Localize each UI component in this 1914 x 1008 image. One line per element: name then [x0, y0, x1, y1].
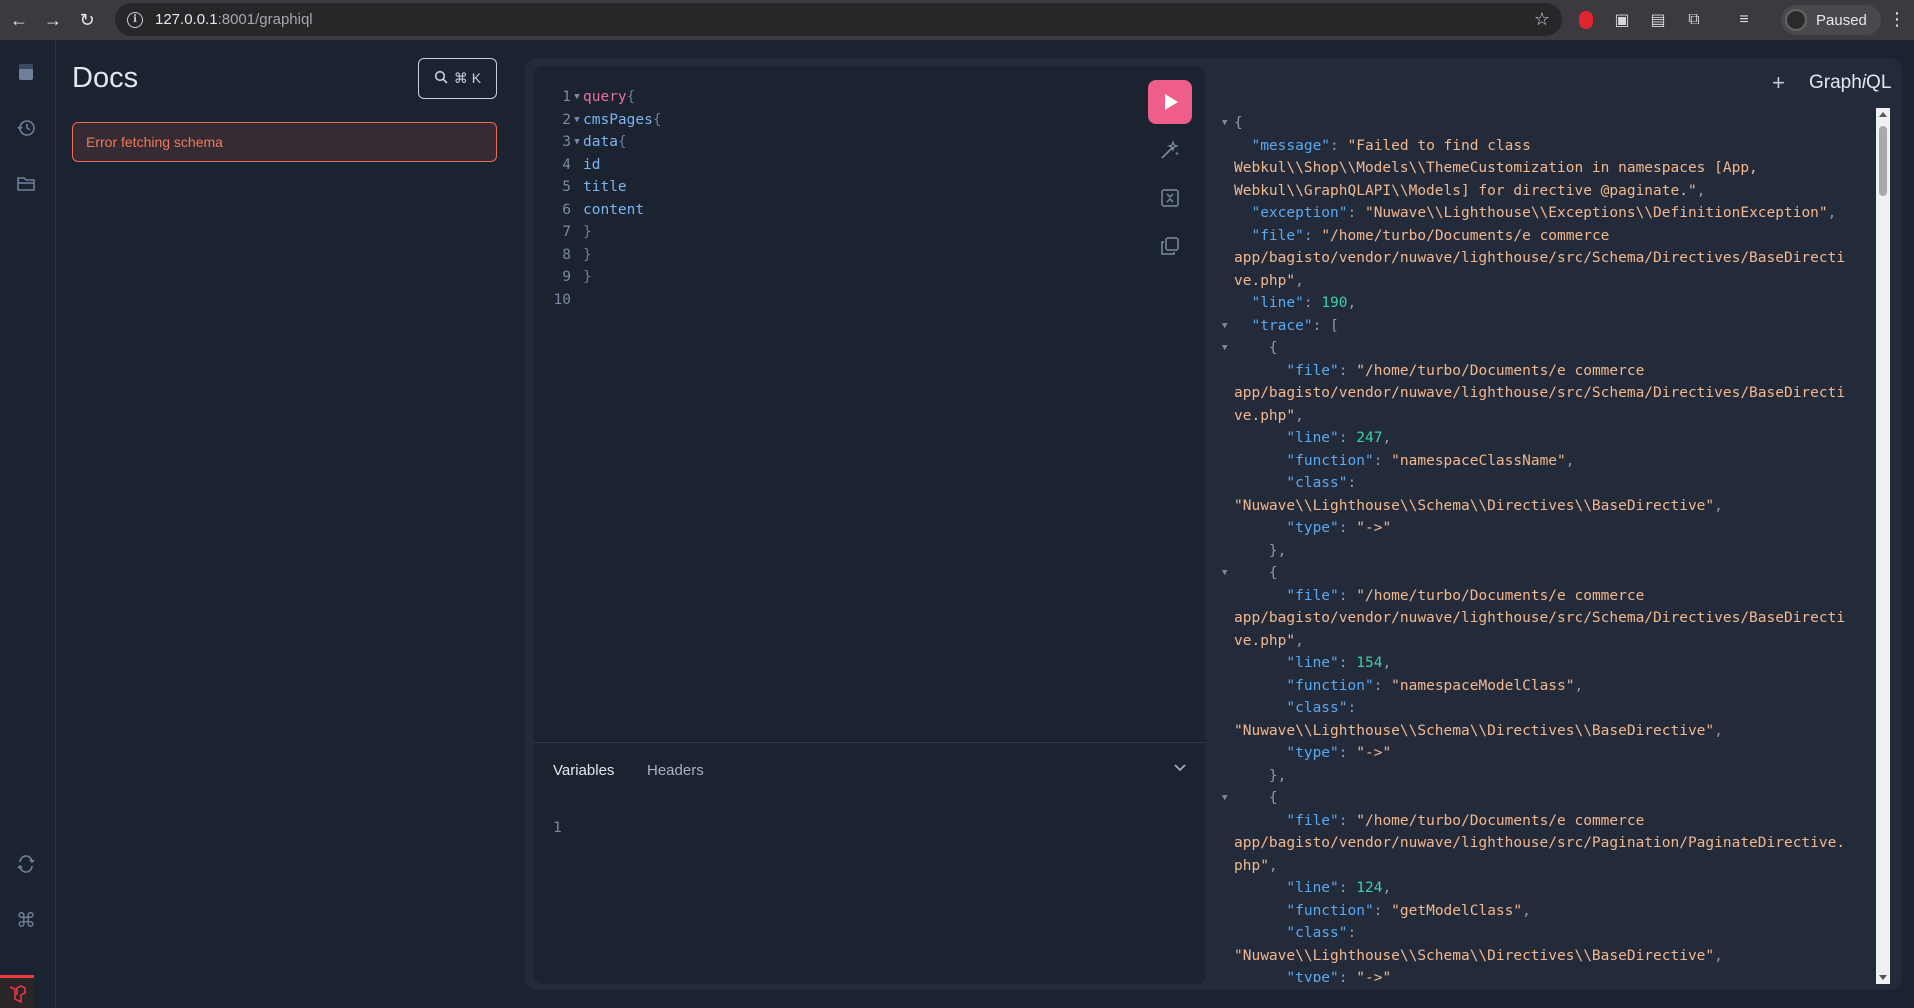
response-line: app/bagisto/vendor/nuwave/lighthouse/src…: [1234, 835, 1846, 851]
reload-icon[interactable]: ↻: [72, 5, 102, 35]
bookmark-star-icon[interactable]: ☆: [1534, 9, 1550, 30]
response-line: },: [1268, 767, 1287, 784]
code-line: 1 ▼ query {: [562, 89, 636, 105]
tab-variables[interactable]: Variables: [553, 762, 614, 779]
response-line: Webkul\\Shop\\Models\\ThemeCustomization…: [1234, 160, 1758, 176]
response-line: "line": 190,: [1251, 295, 1357, 311]
response-line: "function": "getModelClass",: [1286, 902, 1531, 919]
puzzle-icon[interactable]: ⧉: [1680, 6, 1708, 34]
code-line: 4 id: [562, 156, 601, 173]
response-line: },: [1268, 542, 1287, 559]
tab-search-icon[interactable]: ≡: [1730, 6, 1758, 34]
response-line: "function": "namespaceClassName",: [1286, 452, 1575, 469]
add-tab-icon[interactable]: +: [1772, 70, 1785, 96]
laravel-logo-icon: [0, 975, 34, 1008]
docs-search-button[interactable]: ⌘ K: [418, 58, 497, 99]
response-line: "file": "/home/turbo/Documents/e commerc…: [1286, 362, 1645, 379]
profile-button[interactable]: Paused: [1781, 5, 1881, 35]
address-bar[interactable]: i 127.0.0.1:8001/graphiql ☆: [115, 3, 1562, 36]
code-line: 2 ▼ cmsPages {: [562, 111, 662, 128]
response-line: "message": "Failed to find class: [1251, 137, 1531, 154]
response-line: Webkul\\GraphQLAPI\\Models] for directiv…: [1234, 182, 1706, 199]
variables-editor[interactable]: 1: [553, 820, 562, 836]
chevron-down-icon[interactable]: [1173, 760, 1187, 776]
tab-headers[interactable]: Headers: [647, 762, 704, 779]
page-title: Docs: [72, 62, 139, 94]
response-line: "Nuwave\\Lighthouse\\Schema\\Directives\…: [1234, 947, 1723, 964]
query-editor[interactable]: 1 ▼ query { 2 ▼ cmsPages { 3 ▼ data { 4 id 5…: [533, 66, 1206, 984]
code-line: 9}: [562, 269, 592, 285]
response-line: "file": "/home/turbo/Documents/e commerc…: [1286, 587, 1645, 604]
response-viewer[interactable]: ▼{ "message": "Failed to find class Webk…: [1216, 112, 1876, 982]
extension-icon[interactable]: ▣: [1608, 6, 1636, 34]
scroll-down-icon[interactable]: [1879, 975, 1887, 980]
merge-fragments-icon[interactable]: [1158, 186, 1182, 210]
folder-icon[interactable]: [14, 172, 38, 196]
response-line: ▼ "trace": [: [1222, 317, 1339, 334]
play-icon: [1165, 94, 1178, 110]
graphiql-logo: GraphiQL: [1809, 72, 1892, 93]
code-line: 5 title: [562, 179, 627, 195]
schema-error-banner: Error fetching schema: [72, 122, 497, 162]
response-line: "line": 124,: [1286, 880, 1392, 896]
response-line: app/bagisto/vendor/nuwave/lighthouse/src…: [1234, 250, 1846, 266]
response-line: app/bagisto/vendor/nuwave/lighthouse/src…: [1234, 385, 1846, 401]
scroll-up-icon[interactable]: [1879, 112, 1887, 117]
response-line: ▼ {: [1222, 565, 1278, 581]
refetch-schema-icon[interactable]: [14, 852, 38, 876]
response-line: ve.php",: [1234, 632, 1304, 649]
response-line: "function": "namespaceModelClass",: [1286, 677, 1584, 694]
execute-query-button[interactable]: [1148, 80, 1192, 124]
response-line: php",: [1234, 857, 1278, 874]
response-line: ▼ {: [1222, 340, 1278, 356]
response-line: ve.php",: [1234, 272, 1304, 289]
extension-icon[interactable]: ▤: [1644, 6, 1672, 34]
response-line: "line": 154,: [1286, 655, 1392, 671]
back-icon[interactable]: ←: [4, 5, 34, 35]
code-line: 8 }: [562, 246, 592, 263]
response-line: app/bagisto/vendor/nuwave/lighthouse/src…: [1234, 610, 1846, 626]
response-line: "file": "/home/turbo/Documents/e commerc…: [1286, 812, 1645, 829]
response-line: ▼ {: [1222, 790, 1278, 806]
response-line: "Nuwave\\Lighthouse\\Schema\\Directives\…: [1234, 722, 1723, 739]
response-scrollbar[interactable]: [1876, 108, 1890, 984]
history-icon[interactable]: [14, 116, 38, 140]
forward-icon[interactable]: →: [38, 5, 68, 35]
graphiql-sidebar: ⌘: [0, 40, 56, 1008]
response-line: ve.php",: [1234, 407, 1304, 424]
response-line: "exception": "Nuwave\\Lighthouse\\Except…: [1251, 205, 1837, 221]
browser-toolbar: ← → ↻ i 127.0.0.1:8001/graphiql ☆ ▣ ▤ ⧉ …: [0, 0, 1914, 40]
search-shortcut: ⌘ K: [453, 70, 482, 86]
copy-query-icon[interactable]: [1158, 234, 1182, 258]
search-icon: [434, 70, 448, 87]
code-line: 10: [553, 291, 571, 308]
response-line: "type": "->": [1286, 745, 1392, 761]
response-line: "class":: [1286, 925, 1357, 941]
response-line: "type": "->": [1286, 970, 1392, 982]
code-line: 7 }: [562, 224, 592, 240]
response-line: "class":: [1286, 700, 1357, 716]
url-text[interactable]: 127.0.0.1:8001/graphiql: [155, 11, 313, 28]
response-line: "line": 247,: [1286, 430, 1392, 446]
code-line: 6 content: [562, 201, 645, 218]
menu-icon[interactable]: ⋮: [1888, 9, 1906, 30]
prettify-icon[interactable]: [1158, 138, 1182, 162]
keyboard-shortcuts-icon[interactable]: ⌘: [14, 908, 38, 932]
site-info-icon[interactable]: i: [127, 11, 143, 28]
response-line: ▼{: [1222, 115, 1243, 131]
response-line: "type": "->": [1286, 520, 1392, 536]
response-line: "Nuwave\\Lighthouse\\Schema\\Directives\…: [1234, 497, 1723, 514]
response-line: "file": "/home/turbo/Documents/e commerc…: [1251, 227, 1610, 244]
profile-status: Paused: [1816, 11, 1867, 29]
avatar: [1785, 9, 1807, 31]
docs-panel: Docs ⌘ K Error fetching schema: [56, 40, 522, 1008]
code-line: 3 ▼ data {: [562, 134, 627, 150]
response-line: "class":: [1286, 475, 1357, 491]
divider: [533, 742, 1206, 743]
scrollbar-thumb[interactable]: [1879, 126, 1887, 196]
extension-icon[interactable]: [1572, 6, 1600, 34]
docs-icon[interactable]: [14, 60, 38, 84]
